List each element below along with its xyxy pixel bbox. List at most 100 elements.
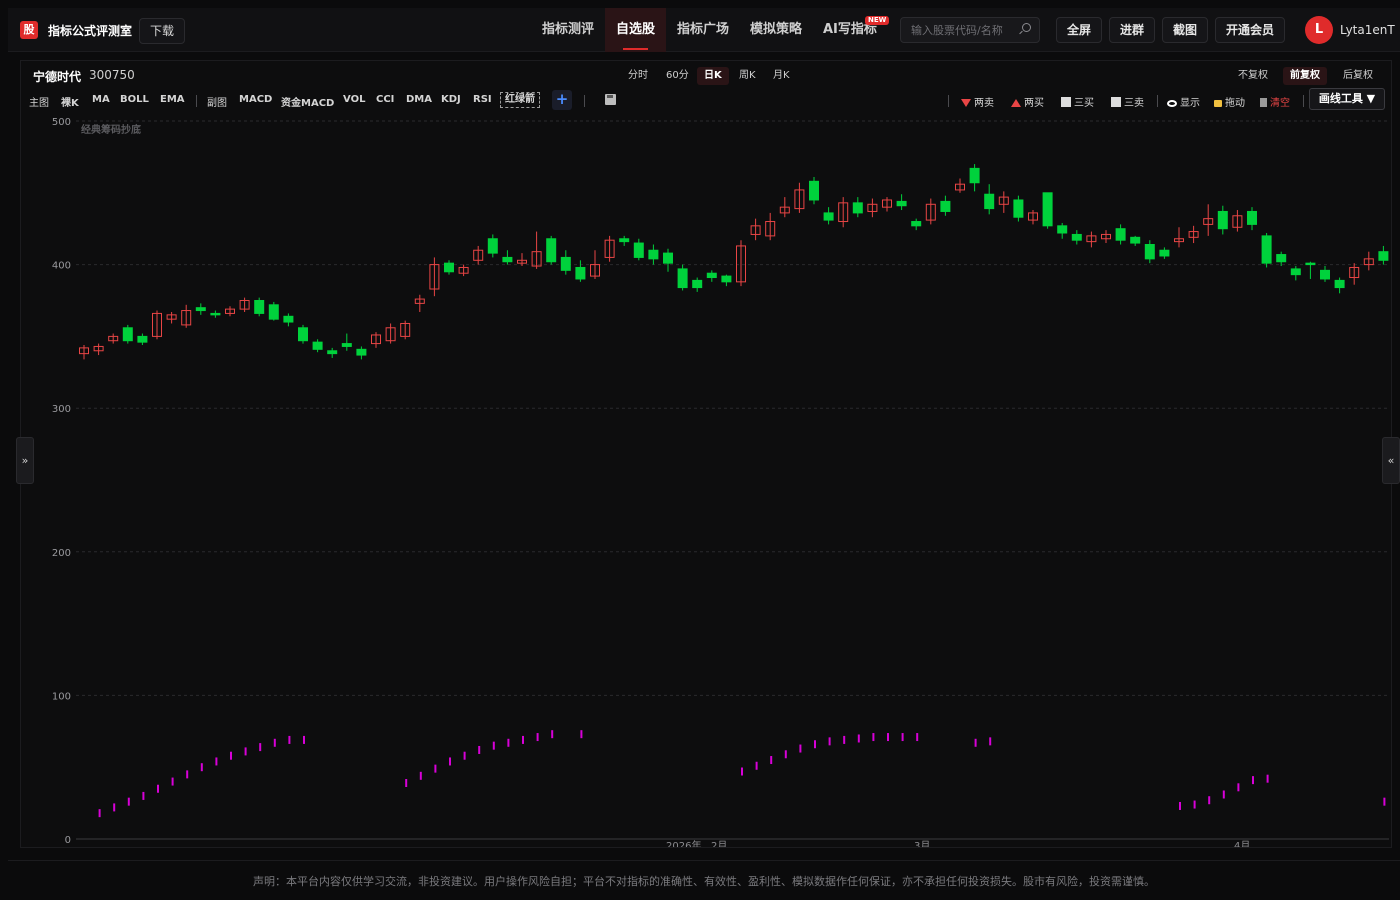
nav-indicator-square[interactable]: 指标广场 bbox=[667, 8, 739, 52]
candle-body bbox=[984, 193, 995, 210]
y-tick-label: 0 bbox=[65, 835, 71, 846]
tool-two-buy[interactable]: 两买 bbox=[1011, 94, 1044, 109]
main-ema[interactable]: EMA bbox=[160, 94, 185, 105]
x-tick-label: 4月 bbox=[1234, 840, 1250, 847]
main-bare-k[interactable]: 裸K bbox=[61, 94, 79, 109]
indicator-mark bbox=[857, 734, 860, 743]
candle-body bbox=[312, 341, 323, 350]
separator bbox=[948, 95, 949, 107]
nav-sim-strategy[interactable]: 模拟策略 bbox=[740, 8, 812, 52]
triangle-up-icon bbox=[1011, 99, 1021, 107]
top-bar: 股 指标公式评测室 下载 指标测评 自选股 指标广场 模拟策略 AI写指标 NE… bbox=[8, 8, 1400, 52]
main-ma[interactable]: MA bbox=[92, 94, 110, 105]
search-input[interactable] bbox=[901, 18, 1011, 42]
screenshot-button[interactable]: 截图 bbox=[1162, 17, 1209, 43]
indicator-mark bbox=[215, 757, 218, 766]
disclaimer-footer: 声明：本平台内容仅供学习交流，非投资建议。用户操作风险自担；平台不对指标的准确性… bbox=[8, 860, 1400, 900]
tool-clear[interactable]: 清空 bbox=[1260, 94, 1290, 109]
period-weekly[interactable]: 周K bbox=[732, 67, 763, 85]
right-panel-toggle[interactable]: « bbox=[1382, 437, 1400, 484]
period-daily[interactable]: 日K bbox=[697, 67, 729, 85]
candle-body bbox=[823, 212, 834, 221]
stock-search[interactable] bbox=[900, 17, 1040, 43]
nav-watchlist[interactable]: 自选股 bbox=[605, 8, 667, 52]
tool-label: 拖动 bbox=[1225, 98, 1245, 109]
tool-drag[interactable]: 拖动 bbox=[1214, 94, 1245, 109]
lock-icon bbox=[1214, 100, 1222, 107]
tool-show[interactable]: 显示 bbox=[1167, 94, 1200, 109]
fullscreen-button[interactable]: 全屏 bbox=[1056, 17, 1103, 43]
eye-icon bbox=[1167, 100, 1177, 107]
x-tick-label: 2026年 bbox=[666, 839, 701, 847]
sub-fund-macd[interactable]: 资金MACD bbox=[281, 94, 334, 109]
chart-line-icon bbox=[1061, 97, 1071, 107]
tool-label: 两买 bbox=[1024, 98, 1044, 109]
separator bbox=[1157, 95, 1158, 107]
add-indicator-button[interactable]: + bbox=[552, 90, 572, 110]
candle-body bbox=[327, 350, 338, 355]
avatar[interactable]: L bbox=[1305, 16, 1333, 44]
app-root: 股 指标公式评测室 下载 指标测评 自选股 指标广场 模拟策略 AI写指标 NE… bbox=[0, 0, 1400, 900]
trash-icon bbox=[1260, 98, 1267, 107]
join-group-button[interactable]: 进群 bbox=[1109, 17, 1156, 43]
sub-kdj[interactable]: KDJ bbox=[441, 94, 461, 105]
candle-body bbox=[1334, 279, 1345, 289]
main-boll[interactable]: BOLL bbox=[120, 94, 149, 105]
indicator-mark bbox=[98, 809, 101, 818]
nav-indicator-review[interactable]: 指标测评 bbox=[532, 8, 604, 52]
candle-body bbox=[1290, 268, 1301, 276]
y-tick-label: 100 bbox=[52, 691, 71, 702]
adjust-forward[interactable]: 前复权 bbox=[1283, 67, 1327, 85]
sub-dma[interactable]: DMA bbox=[406, 94, 432, 105]
tool-three-sell[interactable]: 三卖 bbox=[1111, 94, 1144, 109]
sub-macd[interactable]: MACD bbox=[239, 94, 272, 105]
candle-body bbox=[619, 238, 630, 243]
sub-vol[interactable]: VOL bbox=[343, 94, 365, 105]
stock-code: 300750 bbox=[89, 68, 135, 82]
indicator-mark bbox=[1193, 800, 1196, 809]
period-monthly[interactable]: 月K bbox=[766, 67, 797, 85]
candle-body bbox=[1378, 251, 1389, 261]
nav-ai-indicator[interactable]: AI写指标 bbox=[813, 8, 887, 52]
membership-button[interactable]: 开通会员 bbox=[1215, 17, 1286, 43]
tool-three-buy[interactable]: 三买 bbox=[1061, 94, 1094, 109]
candle-body bbox=[283, 315, 294, 323]
sub-rsi[interactable]: RSI bbox=[473, 94, 492, 105]
kline-chart-area[interactable]: 0 100 200 300 400 500 经典筹码抄底 2026年 2月 3月 4月 bbox=[21, 115, 1391, 847]
indicator-mark bbox=[551, 730, 554, 739]
separator bbox=[196, 95, 197, 107]
candle-body bbox=[663, 252, 673, 264]
indicator-mark bbox=[799, 744, 802, 753]
tool-two-sell[interactable]: 两卖 bbox=[961, 94, 994, 109]
y-tick-label: 200 bbox=[52, 548, 71, 559]
period-intraday[interactable]: 分时 bbox=[621, 67, 655, 85]
drawing-tools-dropdown[interactable]: 画线工具 ▼ bbox=[1309, 88, 1385, 110]
candle-body bbox=[1247, 210, 1257, 225]
indicator-mark bbox=[755, 761, 758, 770]
custom-indicator-red-green-arrow[interactable]: 红绿箭 bbox=[500, 92, 540, 108]
app-title: 指标公式评测室 bbox=[48, 24, 133, 38]
download-button[interactable]: 下载 bbox=[139, 18, 186, 44]
save-icon[interactable] bbox=[605, 94, 616, 105]
period-60min[interactable]: 60分 bbox=[659, 67, 696, 85]
indicator-mark bbox=[186, 770, 189, 779]
kline-chart[interactable]: 0 100 200 300 400 500 经典筹码抄底 2026年 2月 3月 4月 bbox=[21, 115, 1391, 847]
candle-body bbox=[692, 279, 703, 289]
stock-name: 宁德时代 bbox=[33, 70, 82, 84]
candle-body bbox=[1071, 233, 1082, 241]
candle-body bbox=[721, 275, 732, 283]
candle-body bbox=[1130, 236, 1141, 244]
indicator-mark bbox=[580, 730, 583, 739]
adjust-backward[interactable]: 后复权 bbox=[1336, 67, 1380, 85]
indicator-mark bbox=[288, 735, 291, 744]
indicator-mark bbox=[1179, 801, 1181, 810]
sub-cci[interactable]: CCI bbox=[376, 94, 394, 105]
indicator-label: 经典筹码抄底 bbox=[81, 123, 141, 136]
indicator-mark bbox=[916, 733, 919, 742]
y-tick-label: 300 bbox=[52, 404, 71, 415]
candle-body bbox=[911, 221, 922, 227]
left-panel-toggle[interactable]: » bbox=[16, 437, 34, 484]
search-icon[interactable] bbox=[1022, 23, 1031, 32]
username[interactable]: Lyta1enT bbox=[1340, 23, 1395, 37]
adjust-none[interactable]: 不复权 bbox=[1231, 67, 1275, 85]
